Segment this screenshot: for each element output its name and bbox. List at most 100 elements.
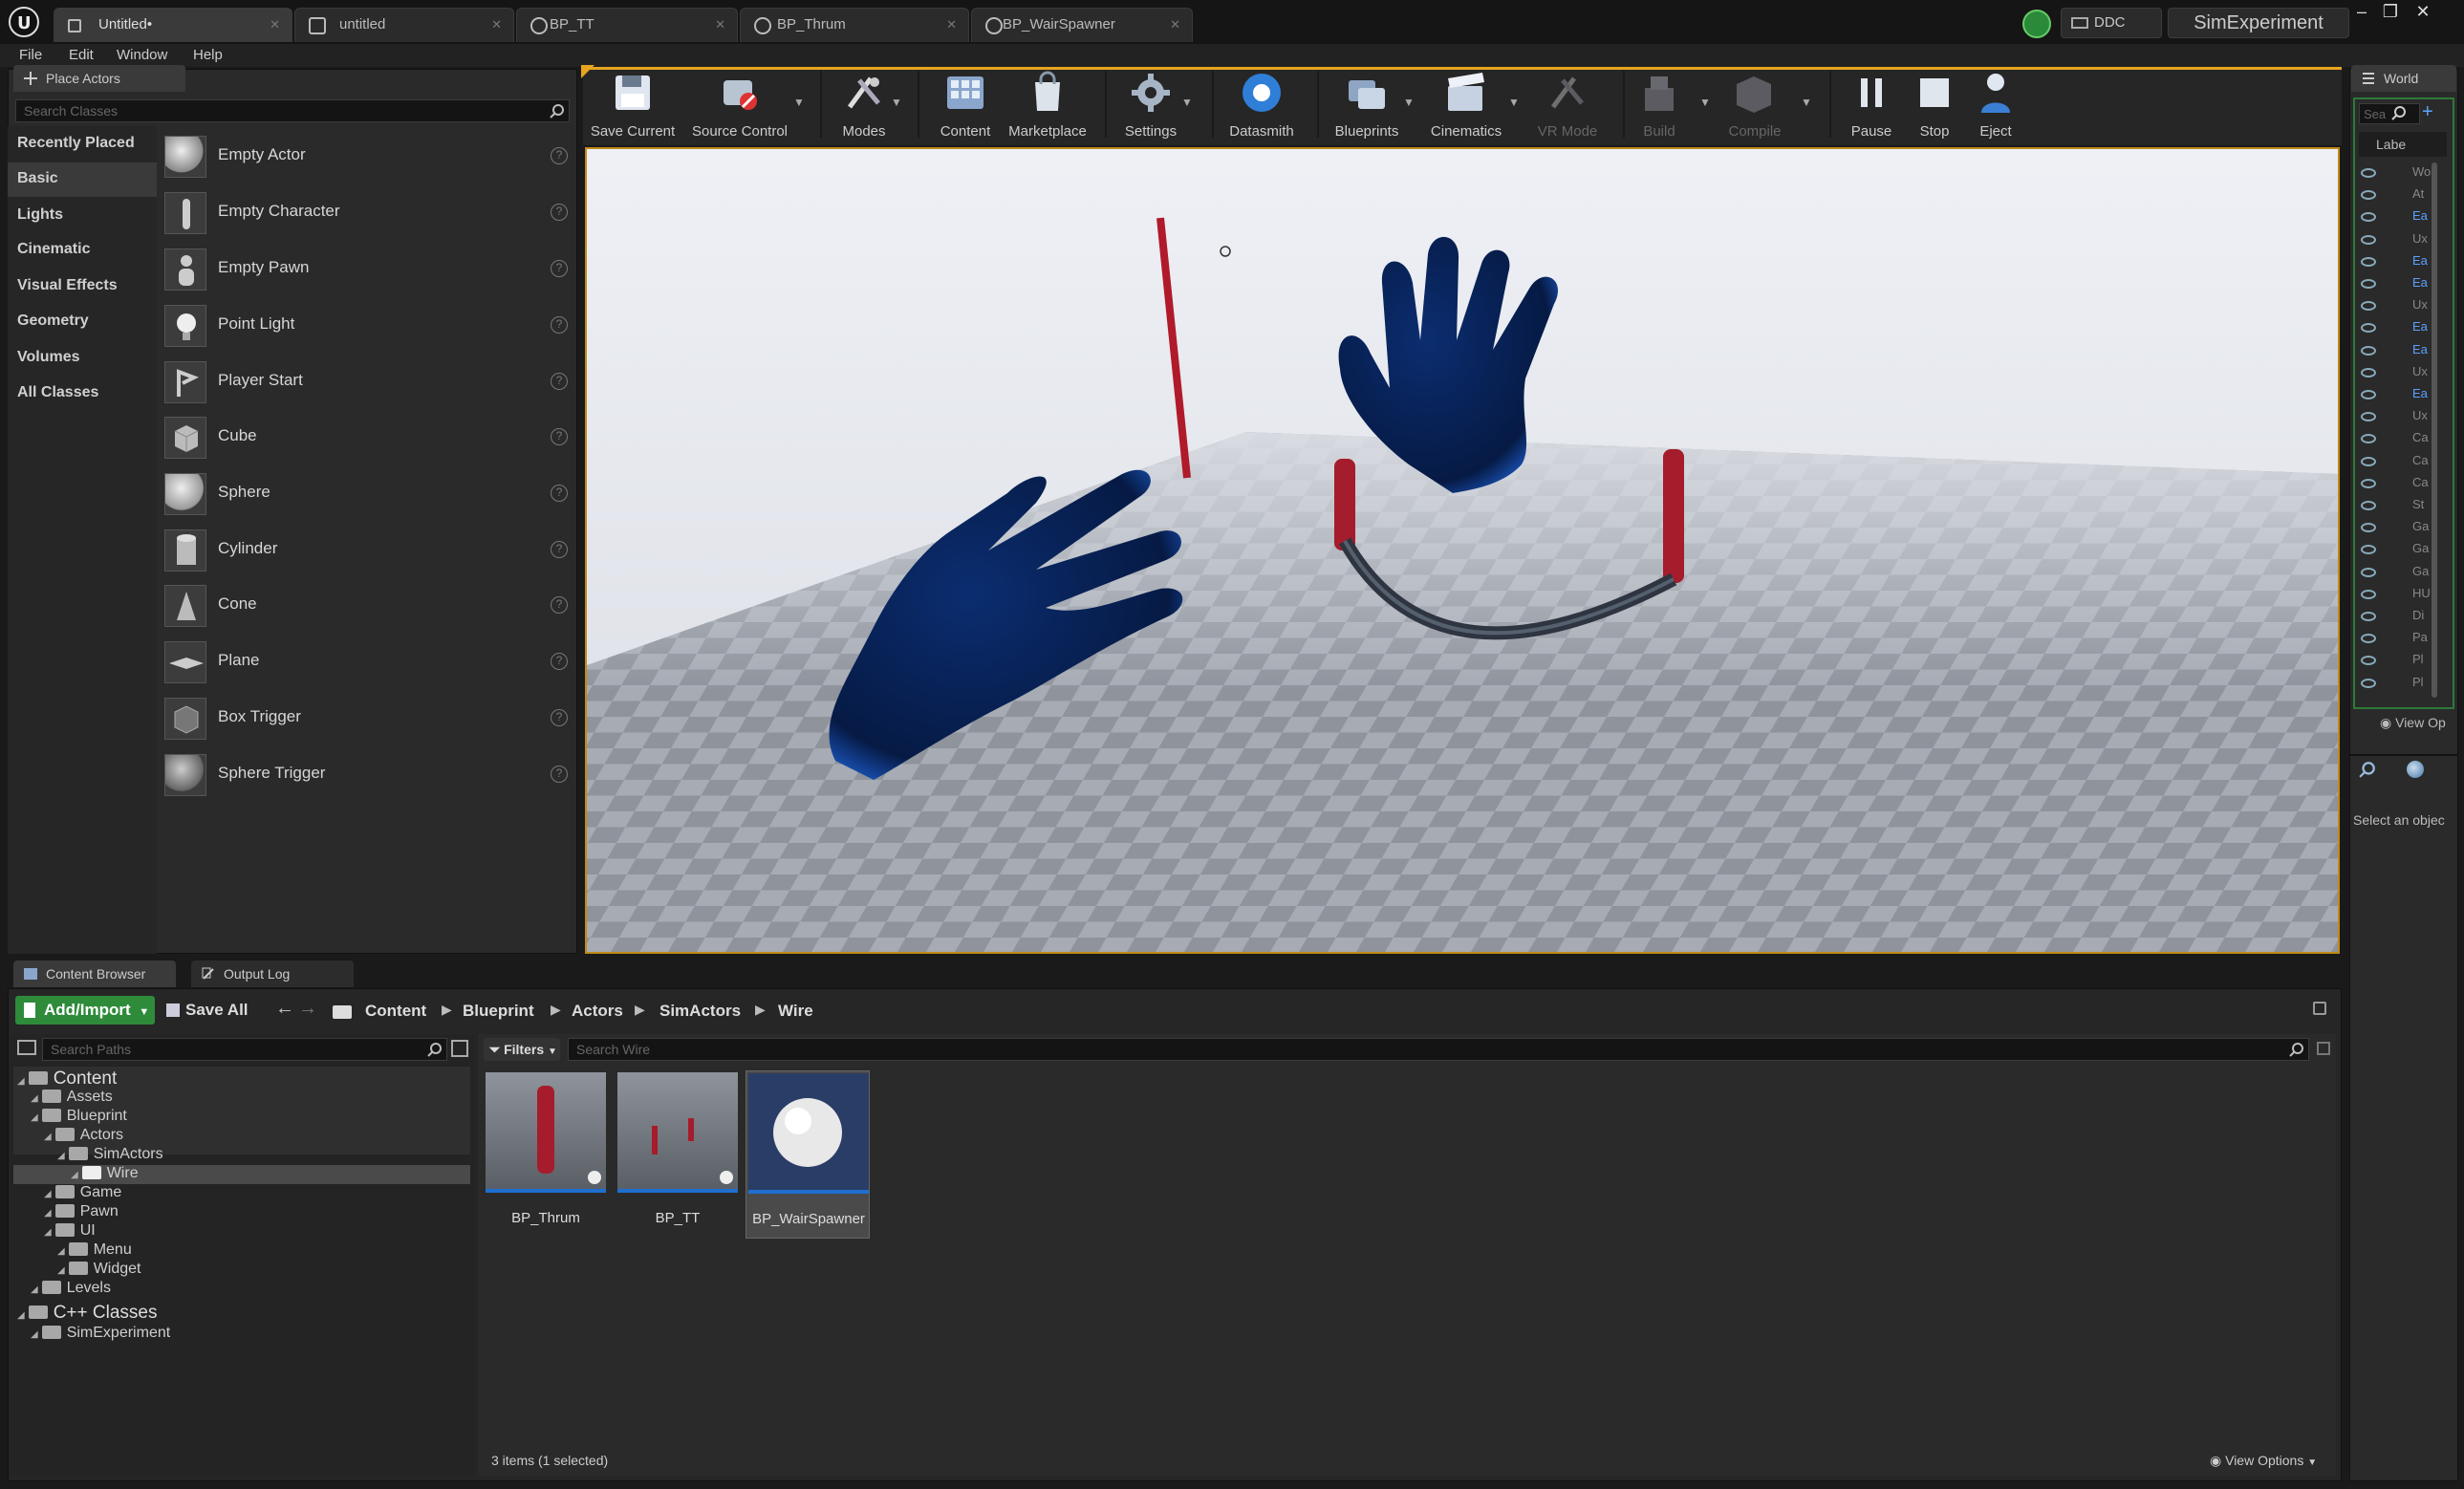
tree-folder-c-classes[interactable]: ◢ C++ Classes	[17, 1303, 157, 1324]
visibility-eye-icon[interactable]	[2361, 234, 2376, 245]
expand-arrow-icon[interactable]: ◢	[44, 1132, 52, 1142]
tree-folder-content[interactable]: ◢ Content	[17, 1068, 117, 1090]
outliner-row[interactable]: Ga	[2412, 541, 2429, 555]
visibility-eye-icon[interactable]	[2361, 390, 2376, 399]
expand-arrow-icon[interactable]: ◢	[44, 1208, 52, 1219]
expand-arrow-icon[interactable]: ◢	[44, 1189, 52, 1199]
help-icon[interactable]: ?	[551, 316, 568, 334]
pause-button[interactable]: Pause	[1839, 67, 1904, 141]
breadcrumb-blueprint[interactable]: Blueprint	[463, 1002, 534, 1021]
datasmith-button[interactable]: Datasmith	[1214, 67, 1309, 141]
filters-button[interactable]: ⏷ Filters ▼	[484, 1038, 560, 1061]
content-button[interactable]: Content	[918, 67, 1013, 141]
category-recently-placed[interactable]: Recently Placed	[17, 135, 135, 152]
search-classes-input[interactable]: Search Classes	[15, 99, 570, 122]
sources-toggle-icon[interactable]	[17, 1040, 36, 1055]
outliner-row[interactable]: Ca	[2412, 475, 2429, 489]
expand-arrow-icon[interactable]: ◢	[17, 1076, 25, 1087]
unreal-logo-icon[interactable]: U	[8, 6, 40, 38]
breadcrumb-simactors[interactable]: SimActors	[659, 1002, 741, 1021]
outliner-row[interactable]: Ga	[2412, 519, 2429, 533]
expand-arrow-icon[interactable]: ◢	[31, 1284, 38, 1295]
help-icon[interactable]: ?	[551, 653, 568, 670]
doc-tab-untitled-level[interactable]: Untitled• ✕	[54, 8, 292, 42]
visibility-eye-icon[interactable]	[2361, 589, 2376, 599]
forward-arrow-icon[interactable]: →	[298, 998, 317, 1020]
breadcrumb-separator-icon[interactable]: ▶	[635, 1002, 645, 1018]
menu-file[interactable]: File	[19, 47, 42, 63]
save-search-icon[interactable]	[2317, 1042, 2330, 1055]
actor-empty-character[interactable]: Empty Character?	[164, 188, 575, 238]
breadcrumb-separator-icon[interactable]: ▶	[442, 1002, 452, 1018]
outliner-row[interactable]: Pa	[2412, 630, 2428, 644]
asset-bp-wairspawner[interactable]: BP_WairSpawner	[746, 1070, 870, 1239]
doc-tab-bp-tt[interactable]: BP_TT ✕	[516, 8, 738, 42]
outliner-row[interactable]: Pl	[2412, 675, 2424, 689]
visibility-eye-icon[interactable]	[2361, 678, 2376, 688]
outliner-row[interactable]: Ga	[2412, 564, 2429, 578]
expand-arrow-icon[interactable]: ◢	[44, 1227, 52, 1238]
marketplace-button[interactable]: Marketplace	[1000, 67, 1095, 141]
outliner-row[interactable]: Pl	[2412, 652, 2424, 666]
save-current-button[interactable]: Save Current	[585, 67, 681, 141]
outliner-row[interactable]: Ea	[2412, 253, 2428, 268]
breadcrumb-separator-icon[interactable]: ▶	[551, 1002, 561, 1018]
source-control-status-icon[interactable]	[2022, 10, 2051, 38]
tree-folder-game[interactable]: ◢ Game	[44, 1184, 121, 1201]
outliner-search-input[interactable]: Sea	[2359, 103, 2420, 124]
tree-folder-simactors[interactable]: ◢ SimActors	[57, 1146, 163, 1163]
cinematics-button[interactable]: Cinematics	[1418, 67, 1514, 141]
visibility-eye-icon[interactable]	[2361, 168, 2376, 178]
category-all-classes[interactable]: All Classes	[17, 384, 98, 401]
visibility-eye-icon[interactable]	[2361, 567, 2376, 577]
build-button[interactable]: Build	[1611, 67, 1707, 141]
asset-bp-tt[interactable]: BP_TT	[616, 1070, 740, 1239]
maximize-button[interactable]: ❐	[2376, 2, 2405, 22]
expand-arrow-icon[interactable]: ◢	[31, 1112, 38, 1123]
category-visual-effects[interactable]: Visual Effects	[17, 277, 118, 294]
help-icon[interactable]: ?	[551, 147, 568, 164]
expand-arrow-icon[interactable]: ◢	[17, 1310, 25, 1321]
menu-window[interactable]: Window	[117, 47, 167, 63]
close-icon[interactable]: ✕	[1170, 9, 1180, 41]
category-basic[interactable]: Basic	[17, 170, 58, 187]
outliner-column-header[interactable]: Labe	[2359, 132, 2447, 157]
outliner-row[interactable]: St	[2412, 497, 2424, 511]
close-window-button[interactable]: ✕	[2409, 2, 2437, 22]
lock-icon[interactable]	[2313, 1002, 2326, 1015]
ddc-button[interactable]: DDC	[2061, 8, 2162, 38]
actor-box-trigger[interactable]: Box Trigger?	[164, 694, 575, 744]
outliner-row[interactable]: Di	[2412, 608, 2424, 622]
actor-cube[interactable]: Cube?	[164, 413, 575, 463]
visibility-eye-icon[interactable]	[2361, 345, 2376, 356]
add-filter-icon[interactable]: +	[2422, 102, 2441, 122]
breadcrumb-separator-icon[interactable]: ▶	[755, 1002, 766, 1018]
blueprints-button[interactable]: Blueprints	[1319, 67, 1415, 141]
help-icon[interactable]: ?	[551, 709, 568, 726]
search-paths-input[interactable]: Search Paths	[42, 1038, 447, 1061]
stop-button[interactable]: Stop	[1902, 67, 1967, 141]
details-search-icon[interactable]	[2359, 761, 2376, 778]
modes-dropdown-icon[interactable]: ▼	[891, 96, 902, 109]
tab-output-log[interactable]: Output Log	[191, 960, 354, 987]
visibility-eye-icon[interactable]	[2361, 456, 2376, 466]
expand-arrow-icon[interactable]: ◢	[57, 1151, 65, 1161]
tree-folder-widget[interactable]: ◢ Widget	[57, 1261, 141, 1278]
visibility-eye-icon[interactable]	[2361, 256, 2376, 267]
path-options-icon[interactable]	[451, 1040, 468, 1057]
outliner-row[interactable]: Ux	[2412, 297, 2428, 312]
visibility-eye-icon[interactable]	[2361, 501, 2376, 510]
minimize-button[interactable]: –	[2347, 2, 2376, 22]
actor-empty-actor[interactable]: Empty Actor?	[164, 132, 575, 182]
search-icon[interactable]	[550, 103, 565, 119]
eject-button[interactable]: Eject	[1963, 67, 2028, 141]
tree-folder-menu[interactable]: ◢ Menu	[57, 1241, 132, 1259]
asset-view-options[interactable]: ◉ View Options ▼	[2210, 1453, 2317, 1469]
outliner-row[interactable]: Ca	[2412, 430, 2429, 444]
help-icon[interactable]: ?	[551, 485, 568, 502]
actor-cone[interactable]: Cone?	[164, 581, 575, 631]
menu-edit[interactable]: Edit	[69, 47, 94, 63]
expand-arrow-icon[interactable]: ◢	[57, 1246, 65, 1257]
source-control-button[interactable]: Source Control	[690, 67, 789, 141]
actor-point-light[interactable]: Point Light?	[164, 301, 575, 351]
